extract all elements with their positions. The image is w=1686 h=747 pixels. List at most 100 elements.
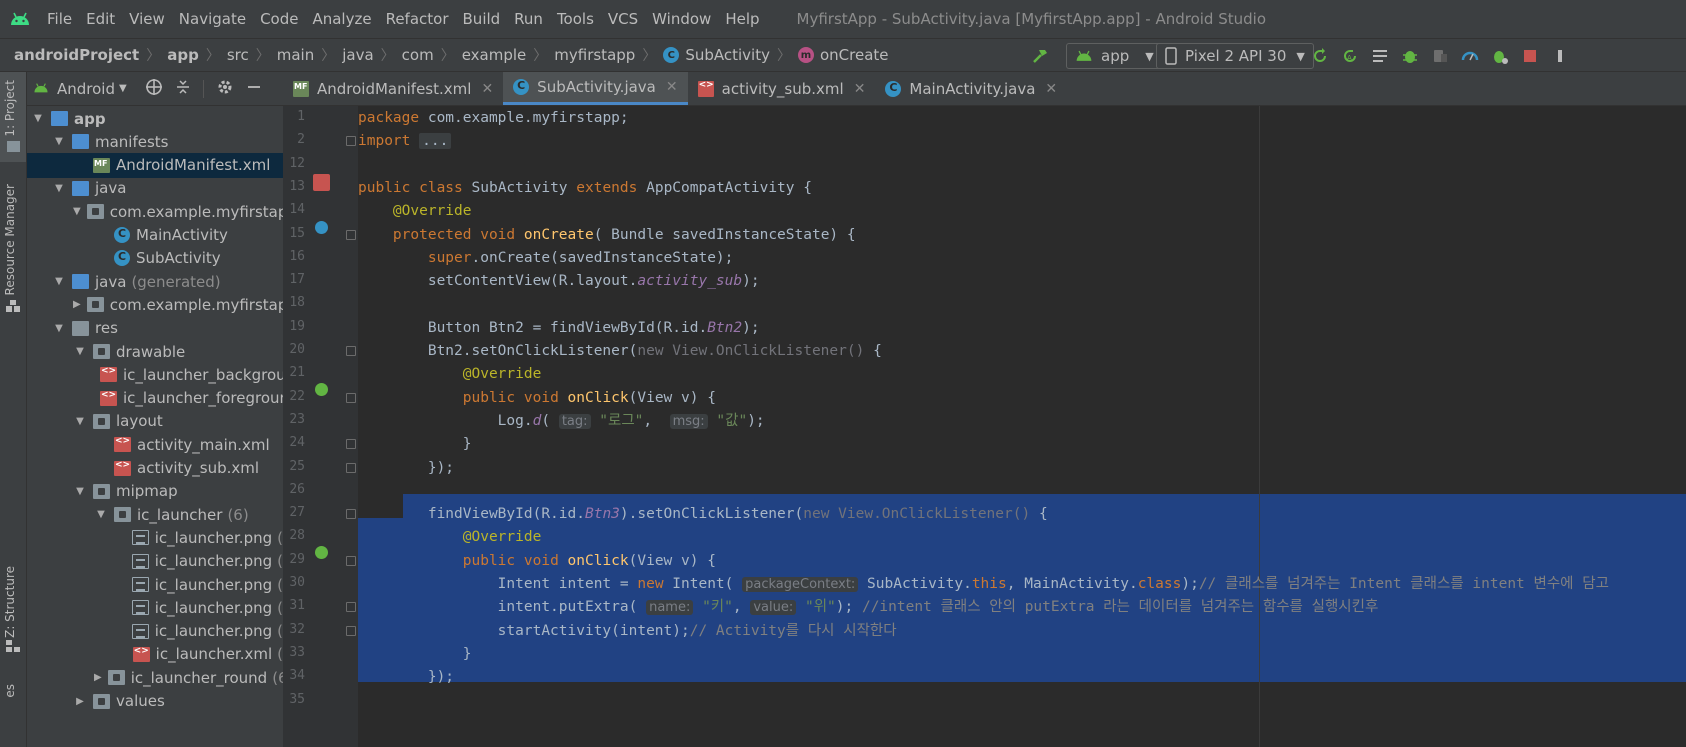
gear-icon[interactable] <box>216 78 234 100</box>
chevron-right-icon[interactable]: ▶ <box>73 299 81 310</box>
breadcrumb-item[interactable]: androidProject <box>14 46 139 64</box>
fold-marker-icon[interactable] <box>346 392 356 403</box>
tree-item[interactable]: ▼ layout <box>27 409 283 434</box>
tree-item[interactable]: ▶ values <box>27 689 283 714</box>
tree-item[interactable]: ▼ java <box>27 176 283 201</box>
chevron-down-icon[interactable]: ▼ <box>52 183 66 194</box>
chevron-down-icon[interactable]: ▼ <box>52 276 66 287</box>
breadcrumb-item[interactable]: com <box>402 46 434 64</box>
tree-item[interactable]: ic_launcher.png( <box>27 619 283 644</box>
menu-item-refactor[interactable]: Refactor <box>379 10 456 28</box>
chevron-down-icon[interactable]: ▼ <box>73 486 87 497</box>
menu-item-window[interactable]: Window <box>645 10 718 28</box>
android-activity-icon[interactable] <box>313 174 330 191</box>
breadcrumb-item[interactable]: m onCreate <box>797 46 889 64</box>
tree-item[interactable]: ▼ mipmap <box>27 479 283 504</box>
chevron-down-icon[interactable]: ▼ <box>52 136 66 147</box>
tree-item[interactable]: ▶ com.example.myfirstapp <box>27 292 283 317</box>
tree-item[interactable]: activity_sub.xml <box>27 456 283 481</box>
menu-item-edit[interactable]: Edit <box>79 10 122 28</box>
tree-item[interactable]: ic_launcher_foreground.xml <box>27 386 283 411</box>
breadcrumb-item[interactable]: src <box>227 46 249 64</box>
override-method-icon[interactable] <box>315 221 328 234</box>
tree-item[interactable]: ic_launcher.png( <box>27 572 283 597</box>
menu-item-tools[interactable]: Tools <box>550 10 601 28</box>
tree-item[interactable]: ic_launcher_background.xml <box>27 362 283 387</box>
fold-marker-icon[interactable] <box>346 229 356 240</box>
attach-debugger-icon[interactable] <box>1430 46 1450 66</box>
close-icon[interactable]: ✕ <box>666 79 678 95</box>
close-icon[interactable]: ✕ <box>481 81 493 97</box>
menu-item-navigate[interactable]: Navigate <box>172 10 253 28</box>
breadcrumb-item[interactable]: example <box>462 46 527 64</box>
tree-item[interactable]: ic_launcher.png( <box>27 549 283 574</box>
menu-item-help[interactable]: Help <box>718 10 766 28</box>
more-icon[interactable] <box>1550 46 1570 66</box>
fold-marker-icon[interactable] <box>346 346 356 356</box>
close-icon[interactable]: ✕ <box>1045 81 1057 97</box>
chevron-right-icon[interactable]: ▶ <box>73 696 87 707</box>
project-view-selector[interactable]: Android ▼ <box>57 80 127 98</box>
collapse-all-icon[interactable] <box>175 79 191 99</box>
menu-item-code[interactable]: Code <box>253 10 305 28</box>
breadcrumb-item[interactable]: java <box>342 46 373 64</box>
chevron-down-icon[interactable]: ▼ <box>52 323 66 334</box>
editor-tab[interactable]: activity_sub.xml ✕ <box>688 72 876 105</box>
implement-method-icon[interactable] <box>315 383 328 396</box>
tree-item[interactable]: AndroidManifest.xml <box>27 152 283 178</box>
menu-item-analyze[interactable]: Analyze <box>305 10 378 28</box>
menu-item-view[interactable]: View <box>122 10 172 28</box>
tree-item[interactable]: ic_launcher.png( <box>27 595 283 620</box>
apply-changes-icon[interactable]: A <box>1340 46 1360 66</box>
code-editor[interactable]: package com.example.myfirstapp; import ..… <box>358 106 1686 747</box>
profiler-icon[interactable] <box>1460 46 1480 66</box>
project-tool-tab[interactable]: 1: Project <box>3 80 17 137</box>
tree-item[interactable]: MainActivity <box>27 223 283 248</box>
chevron-down-icon[interactable]: ▼ <box>73 206 81 217</box>
minimize-icon[interactable] <box>246 79 262 99</box>
fold-marker-icon[interactable] <box>346 136 356 147</box>
build-hammer-icon[interactable] <box>1030 43 1050 69</box>
breadcrumb-item[interactable]: main <box>277 46 314 64</box>
tree-item[interactable]: activity_main.xml <box>27 432 283 457</box>
tree-item[interactable]: ▼ drawable <box>27 339 283 364</box>
debug-icon[interactable] <box>1400 46 1420 66</box>
editor-tab[interactable]: AndroidManifest.xml ✕ <box>283 72 503 105</box>
menu-item-vcs[interactable]: VCS <box>601 10 645 28</box>
chevron-down-icon[interactable]: ▼ <box>31 113 45 124</box>
fold-marker-icon[interactable] <box>346 509 356 520</box>
tree-item[interactable]: ▼ res <box>27 316 283 341</box>
fold-marker-icon[interactable] <box>346 602 356 613</box>
editor-tab[interactable]: SubActivity.java ✕ <box>503 72 688 105</box>
fold-marker-icon[interactable] <box>346 625 356 636</box>
breadcrumb-item[interactable]: C SubActivity <box>663 46 770 64</box>
build-variants-tab[interactable]: es <box>3 684 17 698</box>
tree-item[interactable]: ▼ com.example.myfirstapp <box>27 199 283 224</box>
debug-settings-icon[interactable] <box>1490 46 1510 66</box>
tree-item[interactable]: ▼ app <box>27 106 283 131</box>
tree-item[interactable]: ▼ ic_launcher (6) <box>27 502 283 527</box>
crosshair-icon[interactable] <box>145 78 163 100</box>
run-config-dropdown[interactable]: app ▼ <box>1066 43 1163 69</box>
breadcrumb-item[interactable]: app <box>167 46 199 64</box>
chevron-down-icon[interactable]: ▼ <box>73 416 87 427</box>
menu-item-file[interactable]: File <box>40 10 79 28</box>
chevron-down-icon[interactable]: ▼ <box>73 346 87 357</box>
tree-item[interactable]: ▼ manifests <box>27 129 283 154</box>
resource-manager-tab[interactable]: Resource Manager <box>3 184 17 295</box>
rerun-icon[interactable] <box>1310 46 1330 66</box>
tree-item[interactable]: ic_launcher.xml( <box>27 642 283 667</box>
device-dropdown[interactable]: Pixel 2 API 30 ▼ <box>1156 43 1314 69</box>
list-icon[interactable] <box>1370 46 1390 66</box>
breadcrumb-item[interactable]: myfirstapp <box>554 46 635 64</box>
editor-tab[interactable]: MainActivity.java ✕ <box>875 72 1067 105</box>
tree-item[interactable]: ▼ java (generated) <box>27 269 283 294</box>
tree-item[interactable]: ▶ ic_launcher_round (6 <box>27 665 283 690</box>
stop-icon[interactable] <box>1520 46 1540 66</box>
tree-item[interactable]: ic_launcher.png( <box>27 525 283 550</box>
chevron-down-icon[interactable]: ▼ <box>94 509 108 520</box>
implement-method-icon[interactable] <box>315 546 328 559</box>
menu-item-run[interactable]: Run <box>507 10 550 28</box>
menu-item-build[interactable]: Build <box>456 10 508 28</box>
fold-marker-icon[interactable] <box>346 439 356 450</box>
